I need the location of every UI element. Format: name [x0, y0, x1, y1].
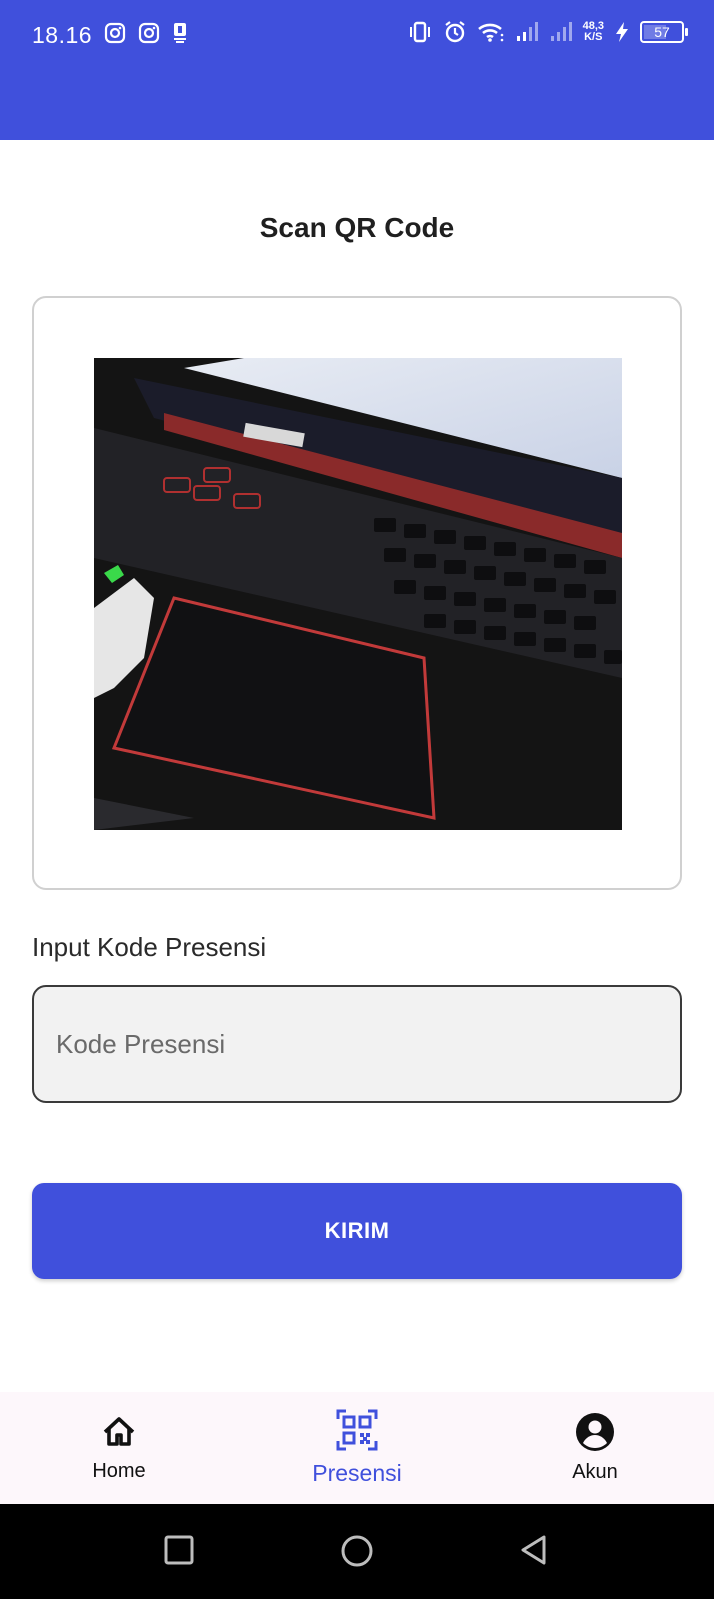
- nav-label-akun: Akun: [572, 1461, 618, 1483]
- alarm-icon: [443, 20, 467, 44]
- system-status-icons: 48,3 K/S 57: [407, 20, 688, 44]
- notification-icons: [104, 22, 188, 44]
- status-time: 18.16: [32, 22, 93, 48]
- nav-item-home[interactable]: Home: [0, 1392, 238, 1504]
- wallet-app-icon: [172, 22, 188, 44]
- instagram-icon: [138, 22, 160, 44]
- qr-scanner-card[interactable]: [32, 296, 682, 890]
- battery-icon: 57: [640, 21, 688, 43]
- page-title: Scan QR Code: [259, 212, 455, 243]
- input-code-label: Input Kode Presensi: [32, 932, 267, 962]
- instagram-icon: [104, 22, 126, 44]
- account-icon: [575, 1412, 615, 1457]
- back-button[interactable]: [518, 1534, 550, 1571]
- nav-item-presensi[interactable]: Presensi: [238, 1392, 476, 1504]
- attendance-code-input[interactable]: [34, 987, 680, 1101]
- qr-code-icon: [336, 1409, 378, 1456]
- home-button[interactable]: [340, 1534, 374, 1573]
- nav-label-presensi: Presensi: [312, 1460, 402, 1486]
- signal-icon: [515, 21, 539, 43]
- recent-apps-button[interactable]: [163, 1534, 195, 1571]
- signal-icon: [549, 21, 573, 43]
- nav-item-akun[interactable]: Akun: [476, 1392, 714, 1504]
- network-speed-unit: K/S: [584, 31, 603, 43]
- network-speed: 48,3 K/S: [583, 21, 604, 43]
- app-top-bar: 18.16 48,3 K/S 57: [0, 0, 714, 140]
- submit-button[interactable]: KIRIM: [32, 1183, 682, 1279]
- wifi-icon: [477, 21, 505, 43]
- code-field-container: [32, 985, 682, 1103]
- vibrate-icon: [407, 20, 433, 44]
- nav-label-home: Home: [92, 1460, 146, 1482]
- camera-feed-image: [94, 358, 622, 830]
- home-icon: [100, 1413, 138, 1456]
- bottom-navigation: Home Presensi Akun: [0, 1392, 714, 1504]
- system-navigation-bar: [0, 1504, 714, 1599]
- battery-level: 57: [654, 24, 670, 40]
- camera-preview[interactable]: [94, 358, 622, 830]
- charging-icon: [614, 21, 630, 43]
